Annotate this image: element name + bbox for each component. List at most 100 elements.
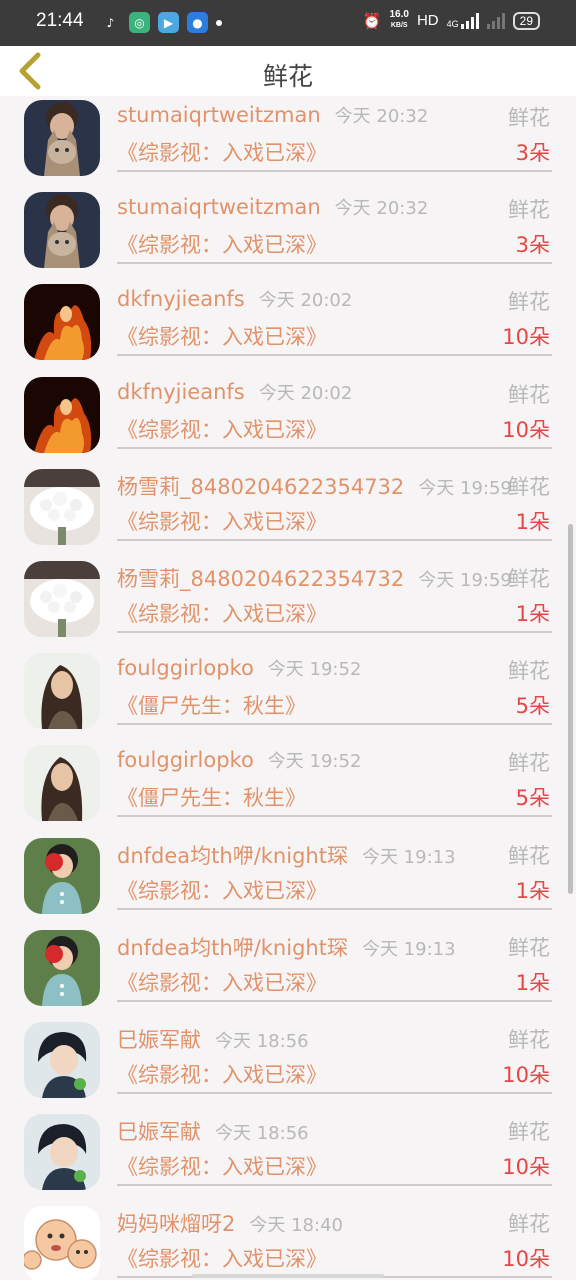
work-title[interactable]: 《综影视：入戏已深》 [117,967,327,997]
sender-name-text: dkfnyjieanfs [117,287,245,312]
row-divider [117,170,552,172]
sender-name-text: 妈妈咪熘呀2 [117,1212,236,1237]
send-time: 今天 19:52 [267,751,362,773]
gift-type-label: 鲜花 [508,1120,550,1145]
flower-count: 10朵 [502,417,550,442]
gift-type-label: 鲜花 [508,1212,550,1237]
work-title[interactable]: 《综影视：入戏已深》 [117,506,327,536]
cartoon-faces-icon [24,1206,100,1280]
send-time: 今天 19:52 [267,659,362,681]
home-indicator[interactable] [192,1274,384,1278]
page-title: 鲜花 [262,62,313,91]
flower-count: 3朵 [515,233,550,258]
avatar[interactable] [24,1206,100,1280]
work-title[interactable]: 《综影视：入戏已深》 [117,137,327,167]
work-title[interactable]: 《综影视：入戏已深》 [117,1243,327,1273]
flower-record-row[interactable]: dnfdea均th咿/knight琛 今天 19:13 鲜花《综影视：入戏已深》 1朵 [0,834,576,926]
avatar[interactable] [24,468,100,545]
work-title[interactable]: 《综影视：入戏已深》 [117,598,327,628]
send-time: 今天 19:59 [418,570,512,591]
sender-name[interactable]: 妈妈咪熘呀2 今天 18:40 [117,1208,343,1238]
flower-count: 1朵 [515,970,550,995]
app-green-icon: ◎ [129,12,150,33]
signal-icon [460,12,479,29]
sender-name[interactable]: 巳娠军献 今天 18:56 [117,1116,309,1146]
flower-record-row[interactable]: 巳娠军献 今天 18:56 鲜花《综影视：入戏已深》 10朵 [0,1018,576,1110]
sender-name-text: dnfdea均th咿/knight琛 [117,843,348,868]
sender-name[interactable]: dnfdea均th咿/knight琛 今天 19:13 [117,932,456,962]
sender-name[interactable]: foulggirlopko 今天 19:52 [117,655,361,681]
alarm-icon: ⏰ [362,12,382,30]
sender-name[interactable]: dnfdea均th咿/knight琛 今天 19:13 [117,840,456,870]
status-bar: 21:44 ♪ ◎ ▶ ● ⏰ 16.0 KB/S HD 4G 29 [0,0,576,46]
sender-name-text: dkfnyjieanfs [117,379,245,404]
work-title[interactable]: 《综影视：入戏已深》 [117,414,327,444]
row-divider [117,907,552,910]
sender-name[interactable]: stumaiqrtweitzman 今天 20:32 [117,194,428,220]
gift-type-label: 鲜花 [508,935,550,960]
flower-record-row[interactable]: dkfnyjieanfs 今天 20:02 鲜花 《综影视：入戏已深》 10朵 [0,373,576,465]
avatar[interactable] [24,100,100,176]
battery-icon: 29 [512,11,540,30]
avatar[interactable] [24,837,100,914]
sender-name[interactable]: 杨雪莉_8480204622354732 今天 19:59 [117,563,512,593]
flower-record-row[interactable]: 杨雪莉_8480204622354732 今天 19:59 鲜花 《综影视：入戏已深》… [0,557,576,649]
speed-unit: KB/S [390,22,408,29]
avatar[interactable] [24,192,100,269]
avatar[interactable] [24,745,100,822]
flower-record-row[interactable]: stumaiqrtweitzman 今天 20:32 鲜花 《综影视：入戏已深》 3朵 [0,96,576,188]
work-title[interactable]: 《综影视：入戏已深》 [117,1059,327,1089]
row-divider [117,631,552,633]
sender-name-text: stumaiqrtweitzman [117,195,321,220]
tiktok-icon: ♪ [106,15,115,30]
work-title[interactable]: 《综影视：入戏已深》 [117,229,327,259]
flower-count: 10朵 [502,1063,550,1087]
app-blue-icon: ● [187,12,208,33]
avatar[interactable] [24,561,100,637]
avatar[interactable] [24,653,100,730]
sender-name[interactable]: dkfnyjieanfs 今天 20:02 [117,286,352,312]
fire-woman-icon [24,284,100,361]
avatar[interactable] [24,1114,100,1191]
flower-record-row[interactable]: 杨雪莉_8480204622354732 今天 19:59 鲜花 《综影视：入戏已深》… [0,465,576,557]
avatar[interactable] [24,376,100,453]
send-time: 今天 18:56 [215,1031,309,1052]
sender-name-text: 杨雪莉_8480204622354732 [117,567,405,591]
work-title[interactable]: 《综影视：入戏已深》 [117,1151,327,1181]
flower-record-row[interactable]: 巳娠军献 今天 18:56 鲜花 《综影视：入戏已深》 10朵 [0,1110,576,1202]
row-divider [117,815,552,818]
sender-name[interactable]: 巳娠军献 今天 18:56 [117,1024,309,1054]
flower-record-row[interactable]: stumaiqrtweitzman 今天 20:32 鲜花《综影视：入戏已深》 3朵 [0,188,576,280]
work-title[interactable]: 《僵尸先生：秋生》 [117,782,306,812]
gift-type-label: 鲜花 [508,198,550,223]
sender-name[interactable]: dkfnyjieanfs 今天 20:02 [117,379,352,405]
sender-name[interactable]: 杨雪莉_8480204622354732 今天 19:59 [117,471,512,501]
flower-record-row[interactable]: dkfnyjieanfs 今天 20:02 鲜花 《综影视：入戏已深》 10朵 [0,280,576,372]
flower-record-list[interactable]: stumaiqrtweitzman 今天 20:32 鲜花 《综影视：入戏已深》 3朵 s… [0,96,576,1280]
scrollbar[interactable] [568,524,573,894]
work-title[interactable]: 《综影视：入戏已深》 [117,321,327,351]
row-divider [117,723,552,726]
work-title[interactable]: 《僵尸先生：秋生》 [117,690,306,720]
flower-record-row[interactable]: dnfdea均th咿/knight琛 今天 19:13 鲜花《综影视：入戏已深》 1朵 [0,926,576,1018]
send-time: 今天 18:56 [215,1123,309,1145]
gift-type-label: 鲜花 [508,843,550,868]
gift-type-label: 鲜花 [508,751,550,776]
sender-name[interactable]: stumaiqrtweitzman 今天 20:32 [117,102,428,128]
avatar[interactable] [24,1022,100,1098]
send-time: 今天 20:32 [334,106,429,127]
sender-name[interactable]: foulggirlopko 今天 19:52 [117,747,361,773]
fire-woman-icon [24,376,100,453]
child-flower-icon [24,837,100,914]
notification-icons: ♪ ◎ ▶ ● [100,12,222,33]
gift-type-label: 鲜花 [508,1028,550,1052]
work-title[interactable]: 《综影视：入戏已深》 [117,875,327,905]
flower-record-row[interactable]: foulggirlopko 今天 19:52 鲜花 《僵尸先生：秋生》 5朵 [0,741,576,833]
avatar[interactable] [24,284,100,361]
flower-record-row[interactable]: foulggirlopko 今天 19:52 鲜花 《僵尸先生：秋生》 5朵 [0,649,576,741]
flower-record-row[interactable]: 妈妈咪熘呀2 今天 18:40 鲜花 《综影视：入戏已深》 10朵 [0,1202,576,1280]
flower-bouquet-icon [24,561,100,637]
avatar[interactable] [24,929,100,1006]
flower-count: 1朵 [515,878,550,903]
boy-portrait-icon [24,1022,100,1098]
